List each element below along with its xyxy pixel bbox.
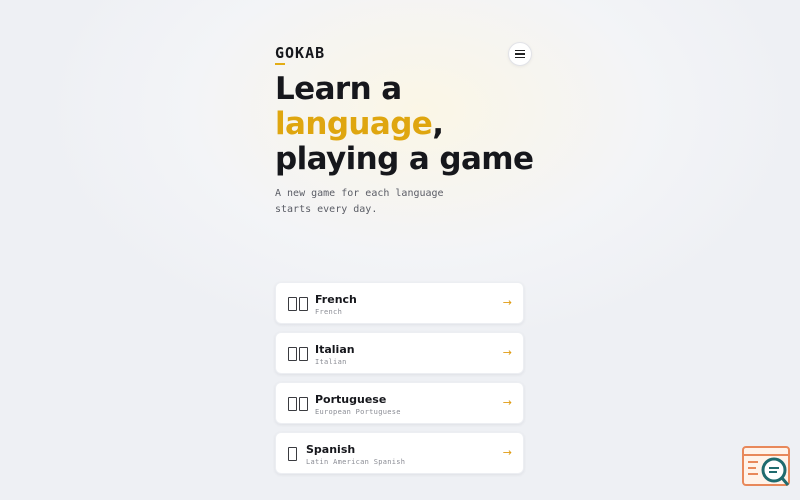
language-subtitle: Latin American Spanish xyxy=(306,458,406,466)
logo-underline xyxy=(275,63,285,65)
search-chat-badge-icon[interactable] xyxy=(742,446,790,488)
language-name: Portuguese xyxy=(315,393,387,406)
arrow-right-icon: → xyxy=(502,446,512,459)
language-name: Spanish xyxy=(306,443,356,456)
language-card-french[interactable]: French French → xyxy=(275,282,524,324)
flag-icon xyxy=(288,397,308,411)
flag-icon xyxy=(288,297,308,311)
arrow-right-icon: → xyxy=(502,346,512,359)
page-title: Learn a language, playing a game xyxy=(275,71,534,177)
hamburger-menu-icon xyxy=(515,50,525,58)
language-name: Italian xyxy=(315,343,355,356)
language-subtitle: European Portuguese xyxy=(315,408,401,416)
language-subtitle: Italian xyxy=(315,358,347,366)
headline-comma: , xyxy=(432,106,444,142)
flag-outline xyxy=(288,447,297,461)
headline-line1: Learn a xyxy=(275,71,402,107)
language-name: French xyxy=(315,293,357,306)
flag-icon xyxy=(288,447,297,461)
flag-outline xyxy=(299,297,308,311)
headline-line3: playing a game xyxy=(275,141,534,177)
language-list: French French → Italian Italian → Portuguese Eu… xyxy=(275,282,524,482)
flag-outline xyxy=(288,297,297,311)
language-card-italian[interactable]: Italian Italian → xyxy=(275,332,524,374)
flag-outline xyxy=(288,397,297,411)
language-card-spanish[interactable]: Spanish Latin American Spanish → xyxy=(275,432,524,474)
menu-button[interactable] xyxy=(508,42,532,66)
language-card-portuguese[interactable]: Portuguese European Portuguese → xyxy=(275,382,524,424)
arrow-right-icon: → xyxy=(502,396,512,409)
headline-accent-word: language xyxy=(275,106,433,142)
flag-outline xyxy=(299,397,308,411)
flag-icon xyxy=(288,347,308,361)
flag-outline xyxy=(288,347,297,361)
language-subtitle: French xyxy=(315,308,343,316)
logo[interactable]: GOKAB xyxy=(275,44,325,62)
hero-subtitle: A new game for each language starts ever… xyxy=(275,188,444,215)
arrow-right-icon: → xyxy=(502,296,512,309)
flag-outline xyxy=(299,347,308,361)
